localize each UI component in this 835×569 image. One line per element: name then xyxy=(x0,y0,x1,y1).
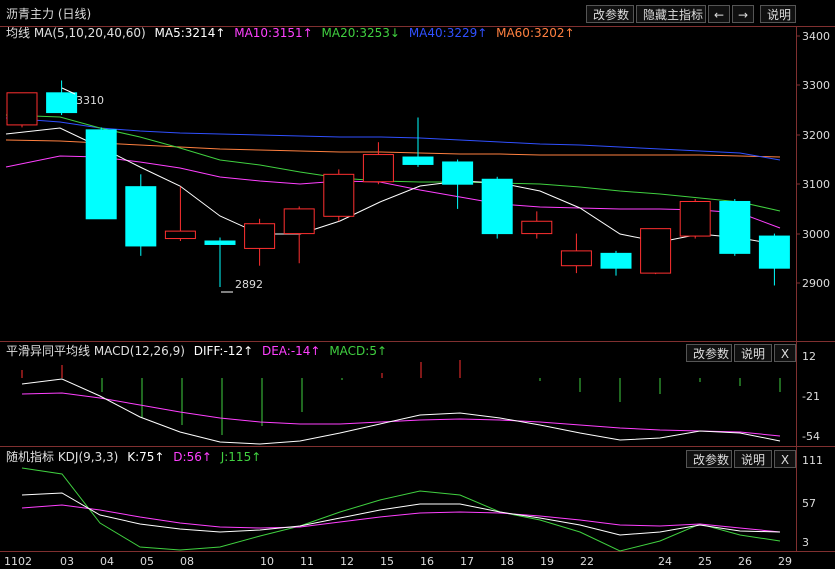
kdj-lines xyxy=(21,467,781,552)
candle-body xyxy=(85,129,117,220)
candle-body xyxy=(481,178,513,235)
axis-tick-label: 3200 xyxy=(802,129,830,142)
date-label: 26 xyxy=(738,555,752,568)
axis-tick-label: -21 xyxy=(802,390,820,403)
date-label: 05 xyxy=(140,555,154,568)
macd-lines xyxy=(21,378,781,445)
candles xyxy=(6,80,790,287)
candle-body xyxy=(758,235,790,269)
diff-line xyxy=(21,378,781,445)
panel-frames xyxy=(0,26,835,552)
kline-chart[interactable]: 3400 3300 3200 3100 3000 2900 12 -21 -54… xyxy=(0,0,835,569)
candle-body xyxy=(640,228,672,274)
date-label: 04 xyxy=(100,555,114,568)
candle-body xyxy=(283,208,315,235)
date-label: 18 xyxy=(500,555,514,568)
date-label: 29 xyxy=(778,555,792,568)
date-label: 16 xyxy=(420,555,434,568)
axis-tick-label: 3100 xyxy=(802,178,830,191)
candle-body xyxy=(362,154,394,183)
candle-body xyxy=(521,220,553,235)
axis-tick-label: -54 xyxy=(802,430,820,443)
date-axis: 1102 03 04 05 08 10 11 12 15 16 17 18 19… xyxy=(4,555,792,568)
axis-tick-label: 3300 xyxy=(802,79,830,92)
candle-body xyxy=(244,223,276,249)
d-line xyxy=(21,504,781,533)
macd-histogram xyxy=(21,360,781,435)
axis-tick-label: 12 xyxy=(802,350,816,363)
date-label: 17 xyxy=(460,555,474,568)
low-label: 2892 xyxy=(235,278,263,291)
ma40-line xyxy=(5,117,781,161)
candle-body xyxy=(442,161,474,185)
candle-body xyxy=(46,92,78,114)
date-label: 25 xyxy=(698,555,712,568)
candle-body xyxy=(164,230,196,240)
axis-tick-label: 3 xyxy=(802,536,809,549)
candle-body xyxy=(125,186,157,247)
macd-axis: 12 -21 -54 xyxy=(802,350,820,443)
candle-body xyxy=(402,156,434,165)
axis-tick-label: 57 xyxy=(802,497,816,510)
candle-body xyxy=(600,252,632,269)
date-label: 19 xyxy=(540,555,554,568)
axis-tick-label: 3000 xyxy=(802,228,830,241)
j-line xyxy=(21,467,781,552)
date-label: 1102 xyxy=(4,555,32,568)
date-label: 11 xyxy=(300,555,314,568)
date-label: 22 xyxy=(580,555,594,568)
date-label: 15 xyxy=(380,555,394,568)
axis-tick-label: 2900 xyxy=(802,277,830,290)
date-label: 03 xyxy=(60,555,74,568)
axis-tick-label: 3400 xyxy=(802,30,830,43)
kdj-axis: 111 57 3 xyxy=(802,454,823,549)
candle-body xyxy=(679,200,711,237)
high-label: 3310 xyxy=(76,94,104,107)
candle-body xyxy=(6,92,38,126)
candle-body xyxy=(204,240,236,245)
axis-tick-label: 111 xyxy=(802,454,823,467)
candle-body xyxy=(323,173,355,217)
candle-body xyxy=(719,200,751,254)
candle-body xyxy=(560,250,592,267)
date-label: 10 xyxy=(260,555,274,568)
k-line xyxy=(21,492,781,536)
date-label: 12 xyxy=(340,555,354,568)
ma5-line xyxy=(5,127,781,246)
date-label: 24 xyxy=(658,555,672,568)
main-axis: 3400 3300 3200 3100 3000 2900 xyxy=(796,30,830,290)
date-label: 08 xyxy=(180,555,194,568)
